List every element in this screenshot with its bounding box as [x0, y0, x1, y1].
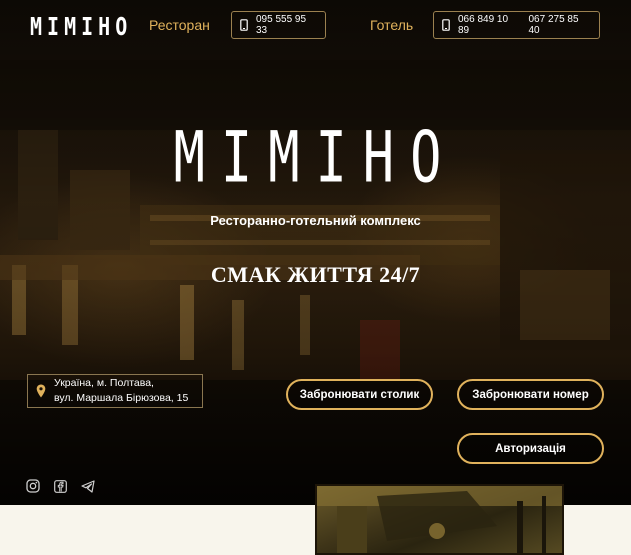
- hero-subtitle: Ресторанно-готельний комплекс: [210, 213, 421, 228]
- restaurant-phone-box[interactable]: 095 555 95 33: [231, 11, 326, 39]
- phone-icon: [240, 19, 248, 31]
- nav-hotel-link[interactable]: Готель: [370, 17, 413, 33]
- address-line-2: вул. Маршала Бірюзова, 15: [54, 392, 189, 404]
- instagram-icon[interactable]: [26, 479, 40, 493]
- hotel-phone-1[interactable]: 066 849 10 89: [458, 14, 521, 36]
- address-text: Україна, м. Полтава, вул. Маршала Бірюзо…: [54, 376, 188, 406]
- book-table-button[interactable]: Забронювати столик: [286, 379, 433, 410]
- hero-logo: MIMIHO: [173, 118, 458, 199]
- nav-restaurant-link[interactable]: Ресторан: [149, 17, 210, 33]
- hero-overlay: [0, 0, 631, 505]
- address-line-1: Україна, м. Полтава,: [54, 377, 154, 389]
- hotel-phone-2[interactable]: 067 275 85 40: [529, 14, 592, 36]
- restaurant-phone[interactable]: 095 555 95 33: [256, 14, 317, 36]
- hero-background: [0, 0, 631, 505]
- phone-icon: [442, 19, 450, 31]
- telegram-icon[interactable]: [81, 479, 95, 493]
- login-button[interactable]: Авторизація: [457, 433, 604, 464]
- header-logo[interactable]: MIMIHO: [30, 11, 132, 41]
- interior-photo: [315, 484, 564, 555]
- facebook-icon[interactable]: [54, 479, 67, 493]
- address-box[interactable]: Україна, м. Полтава, вул. Маршала Бірюзо…: [27, 374, 203, 408]
- hotel-phone-box[interactable]: 066 849 10 89 067 275 85 40: [433, 11, 600, 39]
- hero-slogan: СМАК ЖИТТЯ 24/7: [210, 262, 421, 287]
- social-links: [26, 479, 95, 493]
- location-pin-icon: [36, 384, 46, 398]
- book-room-button[interactable]: Забронювати номер: [457, 379, 604, 410]
- top-navigation: MIMIHO Ресторан 095 555 95 33 Готель 066…: [0, 0, 631, 50]
